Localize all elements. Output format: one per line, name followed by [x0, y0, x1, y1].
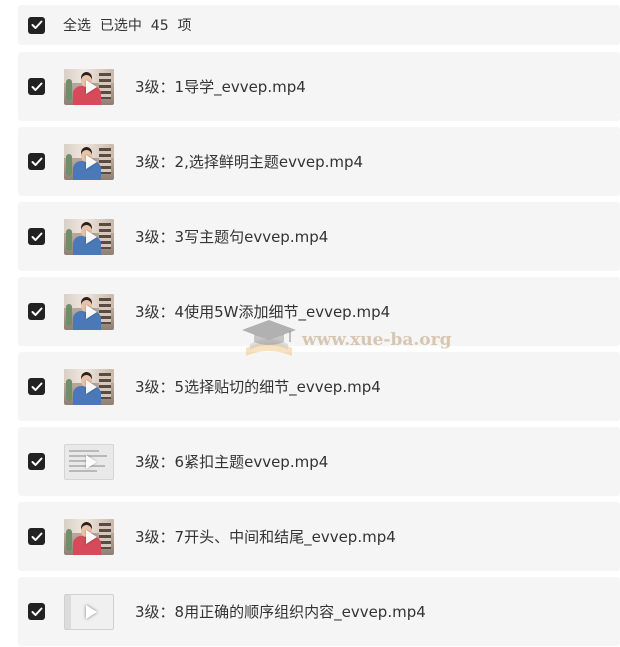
select-all-row[interactable]: 全选 已选中 45 项: [18, 5, 620, 45]
file-checkbox[interactable]: [28, 153, 45, 170]
video-thumbnail[interactable]: [64, 68, 114, 105]
file-checkbox[interactable]: [28, 303, 45, 320]
file-checkbox[interactable]: [28, 378, 45, 395]
play-icon: [86, 304, 97, 319]
checkmark-icon: [31, 457, 42, 466]
select-all-label: 全选 已选中 45 项: [63, 15, 192, 35]
file-name: 3级：4使用5W添加细节_evvep.mp4: [135, 303, 391, 321]
video-thumbnail[interactable]: [64, 143, 114, 180]
play-icon: [86, 379, 97, 394]
file-name: 3级：1导学_evvep.mp4: [135, 78, 306, 96]
file-row[interactable]: 3级：6紧扣主题evvep.mp4: [18, 427, 620, 496]
file-row[interactable]: 3级：8用正确的顺序组织内容_evvep.mp4: [18, 577, 620, 646]
video-thumbnail[interactable]: [64, 293, 114, 330]
file-row[interactable]: 3级：7开头、中间和结尾_evvep.mp4: [18, 502, 620, 571]
video-thumbnail[interactable]: [64, 368, 114, 405]
play-icon: [86, 454, 97, 469]
checkmark-icon: [31, 382, 42, 391]
selected-count-text: 已选中 45 项: [99, 18, 192, 34]
checkmark-icon: [31, 82, 42, 91]
video-thumbnail[interactable]: [64, 593, 114, 630]
checkmark-icon: [31, 232, 42, 241]
file-name: 3级：2,选择鲜明主题evvep.mp4: [135, 153, 364, 171]
play-icon: [86, 154, 97, 169]
checkmark-icon: [31, 157, 42, 166]
file-selection-list: 全选 已选中 45 项 3级：1导学_evvep.mp4 3级：2,选择鲜明主题…: [0, 0, 620, 647]
select-all-text: 全选: [63, 18, 91, 34]
file-checkbox[interactable]: [28, 228, 45, 245]
file-checkbox[interactable]: [28, 603, 45, 620]
video-thumbnail[interactable]: [64, 518, 114, 555]
video-thumbnail[interactable]: [64, 218, 114, 255]
file-name: 3级：3写主题句evvep.mp4: [135, 228, 329, 246]
file-checkbox[interactable]: [28, 528, 45, 545]
play-icon: [86, 79, 97, 94]
play-icon: [86, 229, 97, 244]
file-checkbox[interactable]: [28, 453, 45, 470]
file-row[interactable]: 3级：5选择贴切的细节_evvep.mp4: [18, 352, 620, 421]
file-row[interactable]: 3级：3写主题句evvep.mp4: [18, 202, 620, 271]
checkmark-icon: [31, 532, 42, 541]
checkmark-icon: [31, 20, 42, 29]
file-name: 3级：5选择贴切的细节_evvep.mp4: [135, 378, 381, 396]
file-row[interactable]: 3级：1导学_evvep.mp4: [18, 52, 620, 121]
file-name: 3级：7开头、中间和结尾_evvep.mp4: [135, 528, 396, 546]
play-icon: [86, 529, 97, 544]
checkmark-icon: [31, 307, 42, 316]
file-row[interactable]: 3级：2,选择鲜明主题evvep.mp4: [18, 127, 620, 196]
file-checkbox[interactable]: [28, 78, 45, 95]
video-thumbnail[interactable]: [64, 443, 114, 480]
select-all-checkbox[interactable]: [28, 16, 45, 34]
file-name: 3级：6紧扣主题evvep.mp4: [135, 453, 329, 471]
file-name: 3级：8用正确的顺序组织内容_evvep.mp4: [135, 603, 426, 621]
file-row[interactable]: 3级：4使用5W添加细节_evvep.mp4: [18, 277, 620, 346]
play-icon: [86, 604, 97, 619]
checkmark-icon: [31, 607, 42, 616]
